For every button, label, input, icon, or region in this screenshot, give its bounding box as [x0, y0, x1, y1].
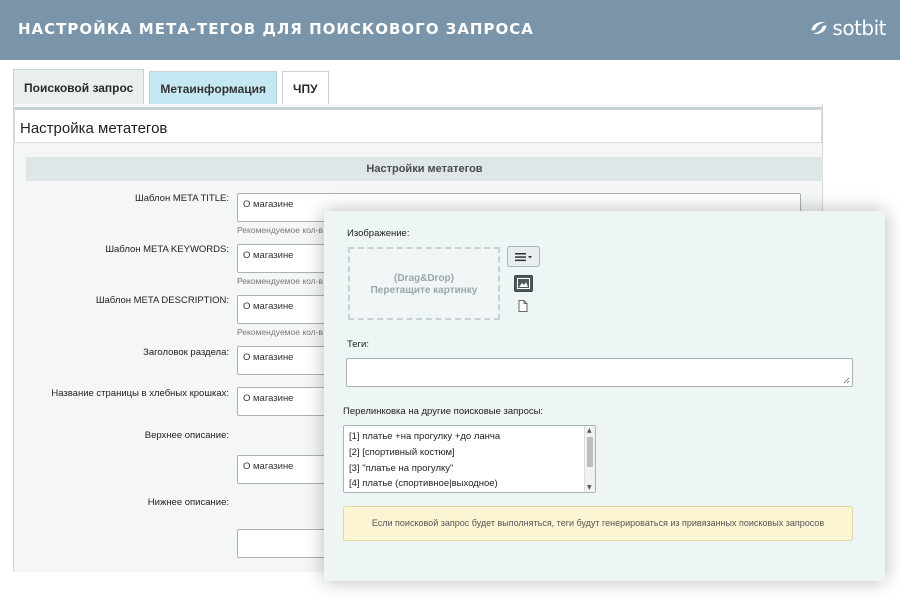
tab-bar: Поисковой запрос Метаинформация ЧПУ	[13, 69, 334, 105]
scroll-down-icon[interactable]: ▼	[587, 484, 592, 491]
scroll-thumb[interactable]	[587, 437, 593, 467]
resize-handle-icon[interactable]	[843, 377, 850, 384]
image-label: Изображение:	[347, 228, 410, 239]
label-meta-title: Шаблон META TITLE:	[135, 193, 229, 204]
dropzone-subtitle: Перетащите картинку	[370, 285, 478, 296]
logo-text: sotbit	[832, 16, 886, 40]
hint-text: Рекомендуемое кол-в	[237, 276, 323, 286]
info-notice: Если поисковой запрос будет выполняться,…	[343, 506, 853, 541]
label-top-description: Верхнее описание:	[144, 430, 229, 441]
menu-lines-icon	[514, 252, 532, 261]
sotbit-logo: sotbit	[808, 16, 886, 40]
tab-meta-info[interactable]: Метаинформация	[149, 71, 278, 105]
list-item[interactable]: [3] "платье на прогулку"	[349, 463, 453, 474]
field-value: О магазине	[243, 461, 294, 472]
image-dropzone[interactable]: (Drag&Drop) Перетащите картинку	[348, 247, 500, 320]
linked-queries-list[interactable]: [1] платье +на прогулку +до ланча [2] [с…	[343, 425, 596, 493]
hint-text: Рекомендуемое кол-в	[237, 225, 323, 235]
label-bottom-description: Нижнее описание:	[147, 497, 229, 508]
section-header: Настройки метатегов	[26, 157, 823, 181]
scroll-up-icon[interactable]: ▲	[587, 427, 592, 434]
tags-label: Теги:	[347, 339, 369, 350]
list-scrollbar[interactable]: ▲ ▼	[584, 426, 595, 492]
list-item[interactable]: [4] платье (спортивное|выходное)	[349, 478, 498, 489]
image-menu-button[interactable]	[507, 246, 540, 267]
field-value: О магазине	[243, 393, 294, 404]
dropzone-title: (Drag&Drop)	[394, 273, 454, 284]
tab-chpu[interactable]: ЧПУ	[282, 71, 329, 105]
field-value: О магазине	[243, 301, 294, 312]
image-select-button[interactable]	[514, 275, 533, 292]
tags-textarea[interactable]	[346, 358, 853, 387]
file-icon[interactable]	[518, 300, 528, 312]
sotbit-logo-icon	[812, 22, 827, 34]
links-label: Перелинковка на другие поисковые запросы…	[343, 406, 544, 417]
header-banner: НАСТРОЙКА МЕТА-ТЕГОВ ДЛЯ ПОИСКОВОГО ЗАПР…	[0, 0, 900, 60]
panel-title-bar: Настройка метатегов	[14, 107, 822, 143]
overlay-card: Изображение: (Drag&Drop) Перетащите карт…	[324, 211, 885, 581]
screenshot-stage: НАСТРОЙКА МЕТА-ТЕГОВ ДЛЯ ПОИСКОВОГО ЗАПР…	[0, 0, 900, 600]
field-value: О магазине	[243, 352, 294, 363]
panel-title: Настройка метатегов	[20, 120, 168, 137]
tab-search-query[interactable]: Поисковой запрос	[13, 69, 145, 105]
picture-icon	[517, 278, 530, 289]
label-section-heading: Заголовок раздела:	[143, 347, 229, 358]
label-meta-description: Шаблон META DESCRIPTION:	[95, 295, 229, 306]
label-breadcrumb-name: Название страницы в хлебных крошках:	[51, 388, 229, 399]
list-item[interactable]: [1] платье +на прогулку +до ланча	[349, 431, 500, 442]
banner-title: НАСТРОЙКА МЕТА-ТЕГОВ ДЛЯ ПОИСКОВОГО ЗАПР…	[18, 20, 534, 38]
label-meta-keywords: Шаблон META KEYWORDS:	[105, 244, 229, 255]
field-value: О магазине	[243, 250, 294, 261]
list-item[interactable]: [2] [спортивный костюм]	[349, 447, 455, 458]
hint-text: Рекомендуемое кол-в	[237, 327, 323, 337]
field-value: О магазине	[243, 199, 294, 210]
